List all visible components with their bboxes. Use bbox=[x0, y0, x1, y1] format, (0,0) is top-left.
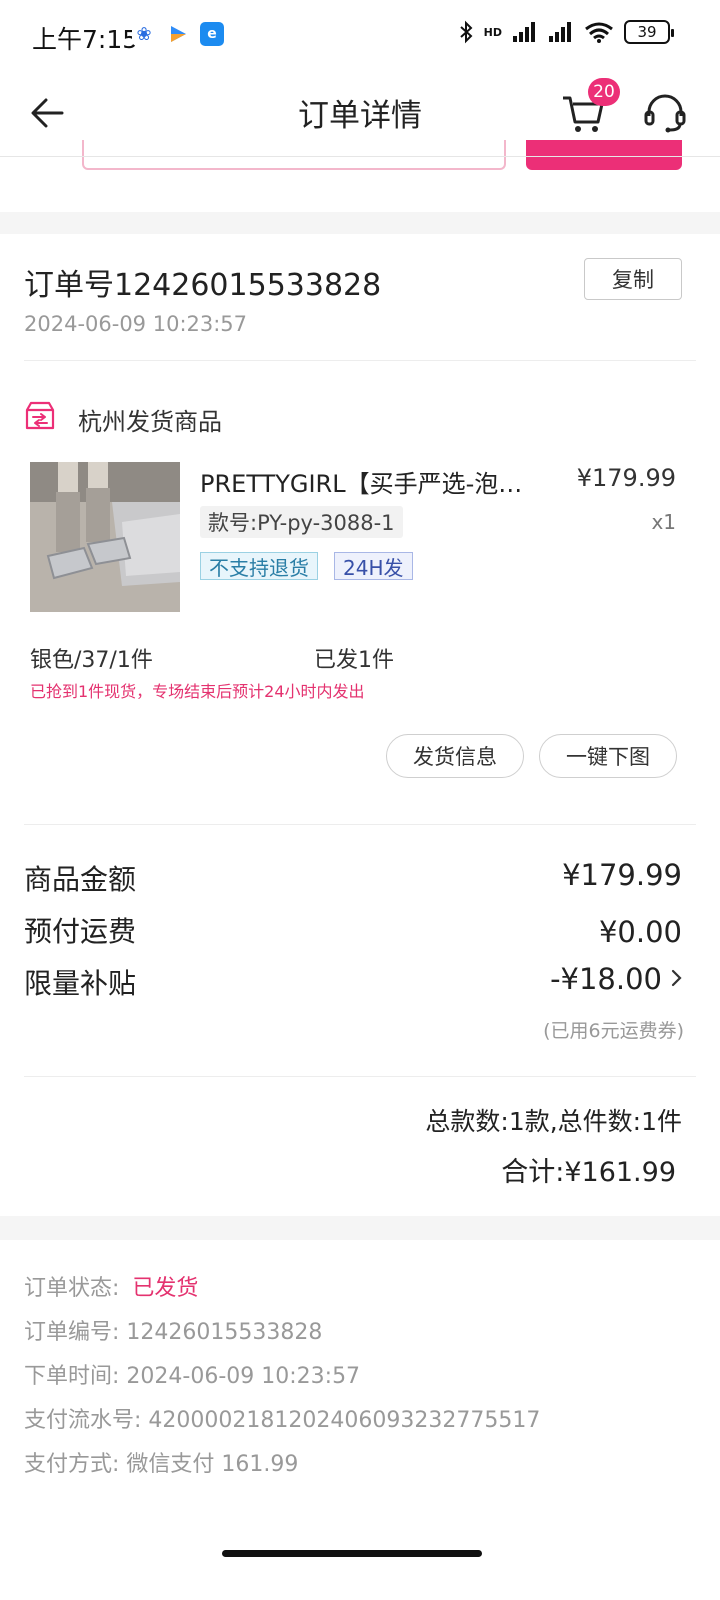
product-quantity: x1 bbox=[651, 510, 676, 534]
divider bbox=[24, 824, 696, 825]
status-time: 上午7:15 bbox=[32, 25, 139, 54]
section-gap bbox=[0, 1216, 720, 1240]
partial-input-field[interactable] bbox=[82, 140, 506, 170]
product-name[interactable]: PRETTYGIRL【买手严选-泡… bbox=[200, 464, 550, 499]
item-count-summary: 总款数:1款,总件数:1件 bbox=[425, 1107, 682, 1136]
signal-icon bbox=[513, 22, 535, 42]
battery-icon: 39 bbox=[624, 20, 674, 44]
sku-spec: 银色/37/1件 bbox=[30, 648, 153, 673]
section-gap bbox=[0, 212, 720, 234]
home-indicator[interactable] bbox=[222, 1550, 482, 1557]
headset-icon bbox=[644, 94, 686, 133]
divider bbox=[24, 1076, 696, 1077]
signal-icon-2 bbox=[549, 22, 571, 42]
download-images-button[interactable]: 一键下图 bbox=[539, 734, 677, 778]
no-return-tag: 不支持退货 bbox=[200, 552, 318, 580]
product-photo-icon bbox=[30, 462, 180, 612]
wifi-icon bbox=[585, 22, 613, 43]
order-total: 合计:¥161.99 bbox=[501, 1157, 676, 1188]
order-status-value: 已发货 bbox=[132, 1276, 199, 1301]
prepaid-shipping-value: ¥0.00 bbox=[598, 915, 682, 949]
goods-amount-label: 商品金额 bbox=[24, 863, 137, 896]
style-code: 款号:PY-py-3088-1 bbox=[200, 506, 403, 538]
order-number: 订单号12426015533828 bbox=[24, 268, 382, 303]
order-time-row: 下单时间: 2024-06-09 10:23:57 bbox=[24, 1364, 361, 1389]
payment-method-row: 支付方式: 微信支付 161.99 bbox=[24, 1452, 299, 1477]
warehouse-shipping-icon bbox=[25, 401, 55, 430]
shipping-info-button[interactable]: 发货信息 bbox=[386, 734, 524, 778]
status-bar: 上午7:15 ❀ e HD 39 bbox=[0, 0, 720, 70]
product-price: ¥179.99 bbox=[576, 464, 676, 492]
order-time: 2024-06-09 10:23:57 bbox=[24, 312, 248, 336]
order-status-label: 订单状态: bbox=[24, 1276, 120, 1301]
status-indicators: HD 39 bbox=[458, 20, 674, 44]
divider bbox=[24, 360, 696, 361]
subsidy-label: 限量补贴 bbox=[24, 967, 137, 1000]
cart-count-badge: 20 bbox=[588, 78, 620, 106]
bluetooth-icon bbox=[459, 20, 473, 44]
browser-app-icon: e bbox=[200, 22, 224, 46]
play-app-icon bbox=[166, 22, 190, 46]
paw-app-icon: ❀ bbox=[132, 22, 156, 46]
goods-amount-value: ¥179.99 bbox=[562, 858, 682, 892]
header-divider bbox=[0, 156, 720, 157]
coupon-note: (已用6元运费券) bbox=[543, 1020, 684, 1042]
payment-serial-row: 支付流水号: 4200002181202406093232775517 bbox=[24, 1408, 541, 1433]
chevron-right-icon[interactable] bbox=[670, 966, 684, 990]
ship-24h-tag: 24H发 bbox=[334, 552, 413, 580]
order-status-row: 订单状态: 已发货 bbox=[24, 1270, 198, 1302]
subsidy-value[interactable]: -¥18.00 bbox=[550, 962, 662, 996]
battery-level: 39 bbox=[637, 23, 657, 41]
stock-notice: 已抢到1件现货，专场结束后预计24小时内发出 bbox=[30, 682, 365, 701]
back-arrow-icon bbox=[31, 98, 64, 128]
back-button[interactable] bbox=[24, 88, 74, 138]
order-number-row: 订单编号: 12426015533828 bbox=[24, 1320, 323, 1345]
shipment-title: 杭州发货商品 bbox=[78, 408, 222, 436]
status-app-icons: ❀ e bbox=[132, 22, 224, 46]
product-image[interactable] bbox=[30, 462, 180, 612]
prepaid-shipping-label: 预付运费 bbox=[24, 915, 137, 948]
customer-service-button[interactable] bbox=[640, 88, 690, 138]
network-hd-label: HD bbox=[483, 25, 502, 39]
copy-button[interactable]: 复制 bbox=[584, 258, 682, 300]
partial-action-button[interactable] bbox=[526, 140, 682, 170]
shipped-count: 已发1件 bbox=[314, 648, 394, 673]
